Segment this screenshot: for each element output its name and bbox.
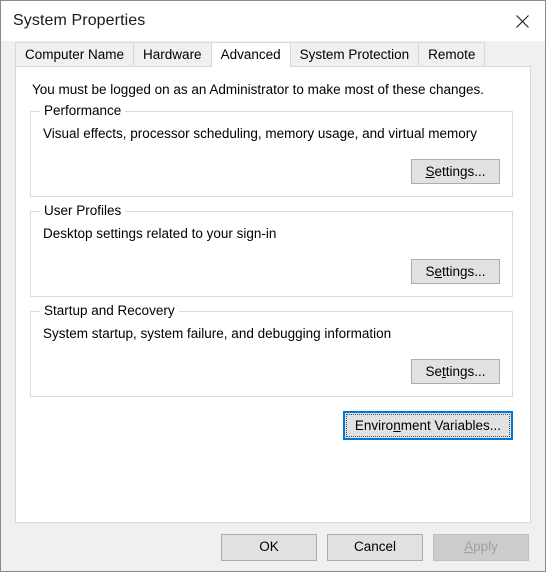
administrator-notice: You must be logged on as an Administrato… xyxy=(32,82,485,97)
tab-computer-name[interactable]: Computer Name xyxy=(15,42,135,66)
tab-hardware[interactable]: Hardware xyxy=(133,42,212,66)
tab-advanced[interactable]: Advanced xyxy=(210,42,291,67)
environment-variables-accel: n xyxy=(393,417,401,433)
title-bar: System Properties xyxy=(1,1,545,41)
tab-system-protection[interactable]: System Protection xyxy=(289,42,420,66)
startup-recovery-settings-label-pre: Se xyxy=(425,363,442,379)
performance-settings-accel: S xyxy=(425,163,435,179)
cancel-button[interactable]: Cancel xyxy=(327,533,423,561)
user-profiles-settings-accel: e xyxy=(434,263,442,279)
close-icon[interactable] xyxy=(499,2,545,41)
apply-button[interactable]: Apply xyxy=(433,533,529,561)
environment-variables-button[interactable]: Enviro n ment Variables... xyxy=(342,411,513,440)
startup-recovery-description: System startup, system failure, and debu… xyxy=(43,326,392,341)
user-profiles-settings-label-post: ttings... xyxy=(442,263,486,279)
performance-group: Performance Visual effects, processor sc… xyxy=(30,103,513,197)
performance-settings-button[interactable]: Settings... xyxy=(411,159,500,184)
startup-recovery-settings-label-post: tings... xyxy=(445,363,486,379)
system-properties-dialog: System Properties Computer Name Hardware… xyxy=(0,0,546,572)
user-profiles-settings-button[interactable]: Se ttings... xyxy=(411,259,500,284)
startup-recovery-group: Startup and Recovery System startup, sys… xyxy=(30,303,513,397)
performance-description: Visual effects, processor scheduling, me… xyxy=(43,126,477,141)
dialog-footer: OK Cancel Apply xyxy=(1,523,545,571)
window-title: System Properties xyxy=(13,12,146,29)
startup-recovery-settings-button[interactable]: Se t tings... xyxy=(411,359,500,384)
user-profiles-group: User Profiles Desktop settings related t… xyxy=(30,203,513,297)
performance-group-legend: Performance xyxy=(40,103,126,118)
environment-variables-label-pre: Enviro xyxy=(354,417,394,433)
user-profiles-description: Desktop settings related to your sign-in xyxy=(43,226,277,241)
performance-settings-label-post: ettings... xyxy=(434,163,486,179)
environment-variables-row: Enviro n ment Variables... xyxy=(16,397,530,440)
startup-recovery-group-legend: Startup and Recovery xyxy=(40,303,179,318)
user-profiles-group-legend: User Profiles xyxy=(40,203,126,218)
environment-variables-label-post: ment Variables... xyxy=(400,417,501,433)
advanced-tab-page: You must be logged on as an Administrato… xyxy=(15,66,531,523)
tab-strip: Computer Name Hardware Advanced System P… xyxy=(1,41,545,67)
ok-button[interactable]: OK xyxy=(221,533,317,561)
apply-label-post: pply xyxy=(473,539,498,555)
apply-accel: A xyxy=(464,539,474,555)
tab-remote[interactable]: Remote xyxy=(418,42,486,66)
user-profiles-settings-label-pre: S xyxy=(425,263,435,279)
